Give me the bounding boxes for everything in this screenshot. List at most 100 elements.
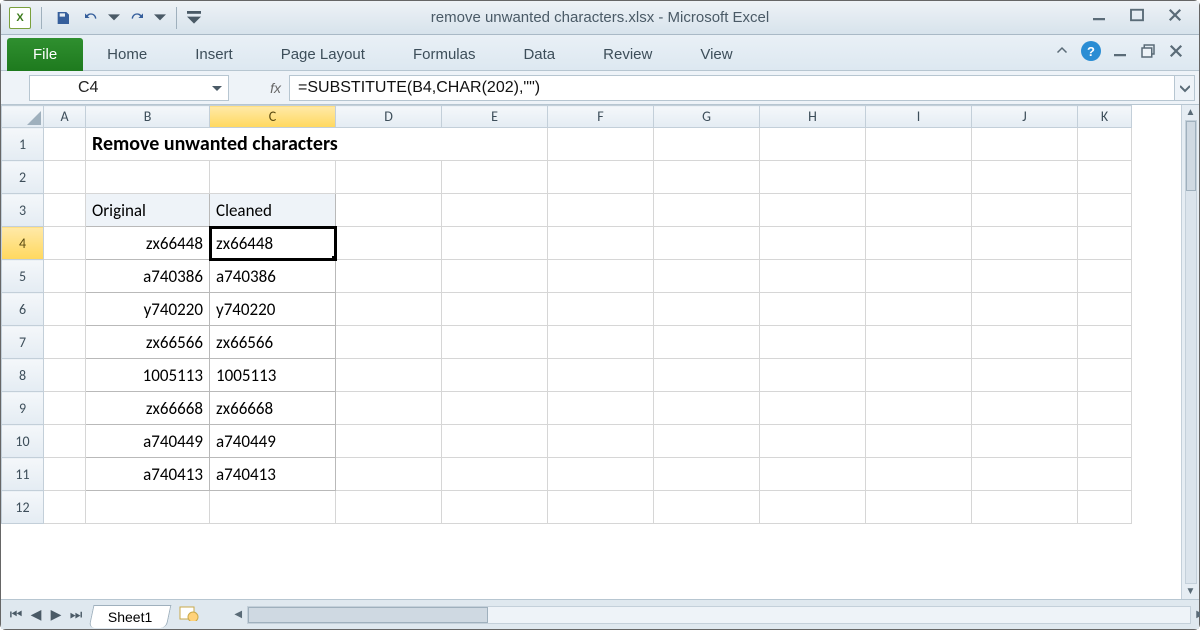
sheet-tab-active[interactable]: Sheet1 — [89, 605, 172, 628]
tab-view[interactable]: View — [676, 38, 756, 71]
tab-review[interactable]: Review — [579, 38, 676, 71]
sheet-tab-label: Sheet1 — [108, 609, 152, 625]
redo-button[interactable] — [126, 7, 148, 29]
file-tab[interactable]: File — [7, 38, 83, 71]
ribbon-tab-strip: File Home Insert Page Layout Formulas Da… — [1, 35, 1199, 71]
tab-page-layout[interactable]: Page Layout — [257, 38, 389, 71]
scroll-down-button[interactable]: ▼ — [1186, 586, 1196, 597]
cell-b8[interactable]: 1005113 — [86, 359, 210, 392]
cell-c5[interactable]: a740386 — [210, 260, 336, 293]
scroll-left-button[interactable]: ◀ — [234, 609, 242, 620]
col-header-d[interactable]: D — [336, 106, 442, 128]
cell-b6[interactable]: y740220 — [86, 293, 210, 326]
cell-b7[interactable]: zx66566 — [86, 326, 210, 359]
hscroll-handle[interactable] — [248, 607, 488, 623]
row-2: 2 — [2, 161, 1132, 194]
undo-menu-button[interactable] — [108, 7, 120, 29]
sheet-title: Remove unwanted characters — [86, 128, 548, 161]
cell-b4[interactable]: zx66448 — [86, 227, 210, 260]
last-sheet-button[interactable]: ⏭ — [67, 606, 85, 624]
minimize-button[interactable] — [1087, 5, 1111, 25]
tab-data[interactable]: Data — [499, 38, 579, 71]
select-all-corner[interactable] — [2, 106, 44, 128]
row-8: 8 1005113 1005113 — [2, 359, 1132, 392]
vertical-scrollbar[interactable]: ▲ ▼ — [1181, 105, 1199, 599]
help-button[interactable]: ? — [1081, 41, 1101, 61]
row-6: 6 y740220 y740220 — [2, 293, 1132, 326]
cell-c8[interactable]: 1005113 — [210, 359, 336, 392]
cell-b10[interactable]: a740449 — [86, 425, 210, 458]
col-header-e[interactable]: E — [442, 106, 548, 128]
undo-button[interactable] — [80, 7, 102, 29]
col-header-i[interactable]: I — [866, 106, 972, 128]
undo-icon — [83, 10, 99, 26]
minimize-ribbon-icon[interactable] — [1053, 42, 1071, 60]
row-header-2[interactable]: 2 — [2, 161, 44, 194]
save-button[interactable] — [52, 7, 74, 29]
close-button[interactable] — [1163, 5, 1187, 25]
name-box[interactable]: C4 — [29, 75, 229, 101]
save-icon — [55, 10, 71, 26]
redo-menu-button[interactable] — [154, 7, 166, 29]
formula-input[interactable] — [289, 75, 1175, 101]
row-header-11[interactable]: 11 — [2, 458, 44, 491]
scroll-up-button[interactable]: ▲ — [1186, 107, 1196, 118]
col-header-h[interactable]: H — [760, 106, 866, 128]
cell-b9[interactable]: zx66668 — [86, 392, 210, 425]
row-header-1[interactable]: 1 — [2, 128, 44, 161]
col-header-k[interactable]: K — [1078, 106, 1132, 128]
col-header-j[interactable]: J — [972, 106, 1078, 128]
col-header-f[interactable]: F — [548, 106, 654, 128]
workbook-restore-button[interactable] — [1139, 42, 1157, 60]
vscroll-handle[interactable] — [1186, 121, 1196, 191]
new-sheet-button[interactable] — [179, 605, 199, 624]
row-header-8[interactable]: 8 — [2, 359, 44, 392]
prev-sheet-button[interactable]: ◀ — [27, 606, 45, 624]
next-sheet-button[interactable]: ▶ — [47, 606, 65, 624]
row-9: 9 zx66668 zx66668 — [2, 392, 1132, 425]
scroll-right-button[interactable]: ▶ — [1196, 609, 1200, 620]
maximize-button[interactable] — [1125, 5, 1149, 25]
col-header-c[interactable]: C — [210, 106, 336, 128]
row-header-10[interactable]: 10 — [2, 425, 44, 458]
col-header-g[interactable]: G — [654, 106, 760, 128]
row-header-12[interactable]: 12 — [2, 491, 44, 524]
first-sheet-button[interactable]: ⏮ — [7, 606, 25, 624]
cell-c6[interactable]: y740220 — [210, 293, 336, 326]
row-3: 3 Original Cleaned — [2, 194, 1132, 227]
cell-c10[interactable]: a740449 — [210, 425, 336, 458]
row-header-6[interactable]: 6 — [2, 293, 44, 326]
tab-formulas[interactable]: Formulas — [389, 38, 500, 71]
workbook-minimize-button[interactable] — [1111, 42, 1129, 60]
fx-icon[interactable]: fx — [250, 80, 289, 96]
title-bar: X remove unwanted characters.xlsx - Micr… — [1, 1, 1199, 35]
customize-qat-button[interactable] — [187, 7, 201, 29]
col-header-a[interactable]: A — [44, 106, 86, 128]
horizontal-scrollbar[interactable]: ◀ ▶ — [247, 606, 1191, 624]
row-11: 11 a740413 a740413 — [2, 458, 1132, 491]
cell-b5[interactable]: a740386 — [86, 260, 210, 293]
cell-c9[interactable]: zx66668 — [210, 392, 336, 425]
row-header-9[interactable]: 9 — [2, 392, 44, 425]
cell-c4[interactable]: zx66448 — [210, 227, 336, 260]
expand-formula-bar-button[interactable] — [1175, 75, 1195, 101]
qat-divider — [41, 7, 42, 29]
row-header-7[interactable]: 7 — [2, 326, 44, 359]
cell-c7[interactable]: zx66566 — [210, 326, 336, 359]
cell-b11[interactable]: a740413 — [86, 458, 210, 491]
row-4: 4 zx66448 zx66448 — [2, 227, 1132, 260]
workbook-close-button[interactable] — [1167, 42, 1185, 60]
row-12: 12 — [2, 491, 1132, 524]
col-header-b[interactable]: B — [86, 106, 210, 128]
row-header-3[interactable]: 3 — [2, 194, 44, 227]
vscroll-track[interactable] — [1185, 120, 1197, 584]
formula-bar: C4 fx — [1, 71, 1199, 105]
sheet-tab-bar: ⏮ ◀ ▶ ⏭ Sheet1 ◀ ▶ — [1, 599, 1199, 629]
worksheet-grid[interactable]: A B C D E F G H I J K 1 Remove unwant — [1, 105, 1181, 599]
row-header-5[interactable]: 5 — [2, 260, 44, 293]
row-header-4[interactable]: 4 — [2, 227, 44, 260]
qat-divider-2 — [176, 7, 177, 29]
tab-home[interactable]: Home — [83, 38, 171, 71]
cell-c11[interactable]: a740413 — [210, 458, 336, 491]
tab-insert[interactable]: Insert — [171, 38, 257, 71]
